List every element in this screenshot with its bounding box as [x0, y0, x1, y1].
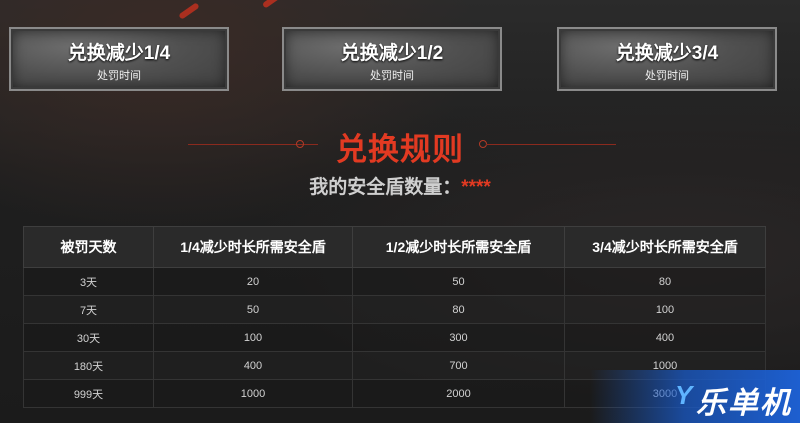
- table-header-row: 被罚天数 1/4减少时长所需安全盾 1/2减少时长所需安全盾 3/4减少时长所需…: [23, 226, 766, 268]
- column-header: 1/2减少时长所需安全盾: [352, 226, 565, 268]
- table-cell: 180天: [23, 351, 154, 380]
- column-header: 被罚天数: [23, 226, 154, 268]
- shield-count-value: ****: [461, 177, 491, 198]
- watermark-text: 乐单机: [696, 387, 792, 420]
- button-sub-label: 处罚时间: [370, 70, 414, 82]
- table-cell: 30天: [23, 323, 154, 352]
- rules-title: 兑换规则: [336, 132, 464, 167]
- rules-title-row: 兑换规则: [0, 124, 800, 167]
- button-label: 兑换减少1/4: [67, 43, 171, 64]
- table-row: 30天 100 300 400: [23, 323, 766, 352]
- table-cell: 7天: [23, 295, 154, 324]
- exchange-quarter-button[interactable]: 兑换减少1/4 处罚时间: [9, 27, 229, 91]
- table-cell: 400: [153, 351, 353, 380]
- table-cell: 3天: [23, 267, 154, 296]
- decor-streak: [178, 2, 200, 20]
- table-cell: 100: [153, 323, 353, 352]
- table-cell: 80: [564, 267, 766, 296]
- column-header: 1/4减少时长所需安全盾: [153, 226, 353, 268]
- table-cell: 400: [564, 323, 766, 352]
- button-sub-label: 处罚时间: [645, 70, 689, 82]
- table-cell: 100: [564, 295, 766, 324]
- button-sub-label: 处罚时间: [97, 70, 141, 82]
- column-header: 3/4减少时长所需安全盾: [564, 226, 766, 268]
- exchange-half-button[interactable]: 兑换减少1/2 处罚时间: [282, 27, 502, 91]
- table-cell: 50: [352, 267, 565, 296]
- table-row: 3天 20 50 80: [23, 267, 766, 296]
- table-cell: 2000: [352, 379, 565, 408]
- table-row: 7天 50 80 100: [23, 295, 766, 324]
- table-cell: 20: [153, 267, 353, 296]
- table-cell: 80: [352, 295, 565, 324]
- decor-streak: [261, 0, 281, 9]
- table-cell: 50: [153, 295, 353, 324]
- table-cell: 700: [352, 351, 565, 380]
- button-label: 兑换减少1/2: [340, 43, 444, 64]
- shield-count: 我的安全盾数量：****: [0, 172, 800, 199]
- table-cell: 300: [352, 323, 565, 352]
- table-cell: 1000: [153, 379, 353, 408]
- title-divider-right: [486, 144, 616, 145]
- site-watermark: Y 乐单机: [590, 370, 800, 423]
- table-cell: 999天: [23, 379, 154, 408]
- shield-count-label: 我的安全盾数量：: [309, 177, 462, 198]
- watermark-logo-icon: Y: [675, 380, 693, 410]
- exchange-three-quarter-button[interactable]: 兑换减少3/4 处罚时间: [557, 27, 777, 91]
- button-label: 兑换减少3/4: [615, 43, 719, 64]
